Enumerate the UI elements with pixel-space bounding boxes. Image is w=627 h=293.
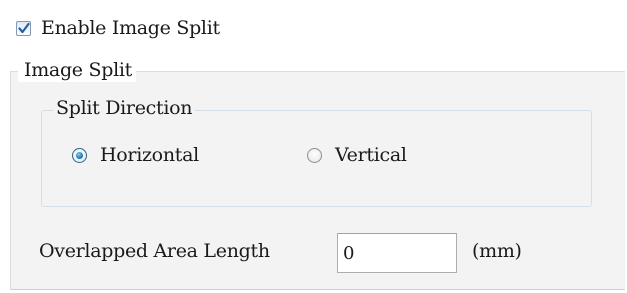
radio-selected-icon[interactable]: [72, 147, 87, 163]
vertical-radio-label: Vertical: [335, 144, 407, 166]
overlapped-area-length-input[interactable]: [337, 233, 457, 273]
image-split-group-title: Image Split: [18, 58, 136, 82]
radio-unselected-icon[interactable]: [307, 147, 322, 163]
enable-image-split-label: Enable Image Split: [41, 17, 220, 39]
overlapped-area-length-label: Overlapped Area Length: [39, 240, 270, 262]
unit-label: (mm): [472, 240, 522, 262]
checkbox-checked-icon[interactable]: [16, 20, 31, 36]
vertical-radio-option[interactable]: Vertical: [307, 143, 407, 167]
enable-image-split-checkbox[interactable]: Enable Image Split: [16, 16, 220, 40]
horizontal-radio-option[interactable]: Horizontal: [72, 143, 199, 167]
horizontal-radio-label: Horizontal: [100, 144, 199, 166]
split-direction-group-title: Split Direction: [53, 96, 196, 120]
